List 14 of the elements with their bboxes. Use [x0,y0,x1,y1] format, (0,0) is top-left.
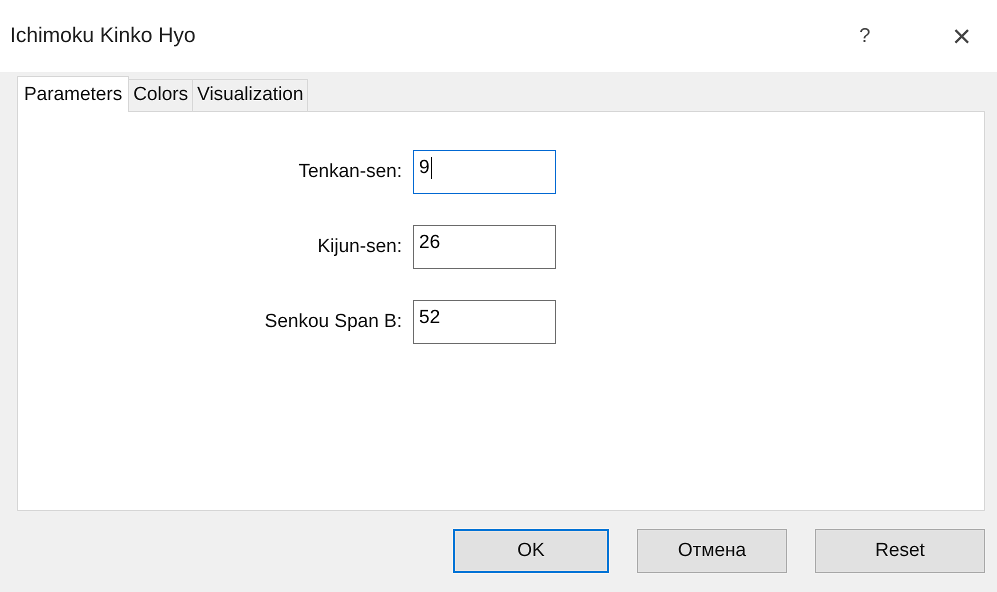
input-field[interactable]: 52 [413,300,556,344]
field-label: Tenkan-sen: [297,161,402,183]
field-label: Kijun-sen: [316,236,402,258]
dialog-button[interactable]: OK [453,529,609,573]
dialog-button[interactable]: Reset [815,529,985,573]
input-field[interactable]: 9 [413,150,556,194]
tab[interactable]: Visualization [192,79,308,111]
field-label: Senkou Span B: [264,311,402,333]
input-field[interactable]: 26 [413,225,556,269]
window-title: Ichimoku Kinko Hyo [10,24,197,48]
help-button[interactable]: ? [853,24,876,48]
close-button[interactable]: × [946,16,977,56]
tab[interactable]: Parameters [17,76,130,112]
dialog-button[interactable]: Отмена [637,529,787,573]
